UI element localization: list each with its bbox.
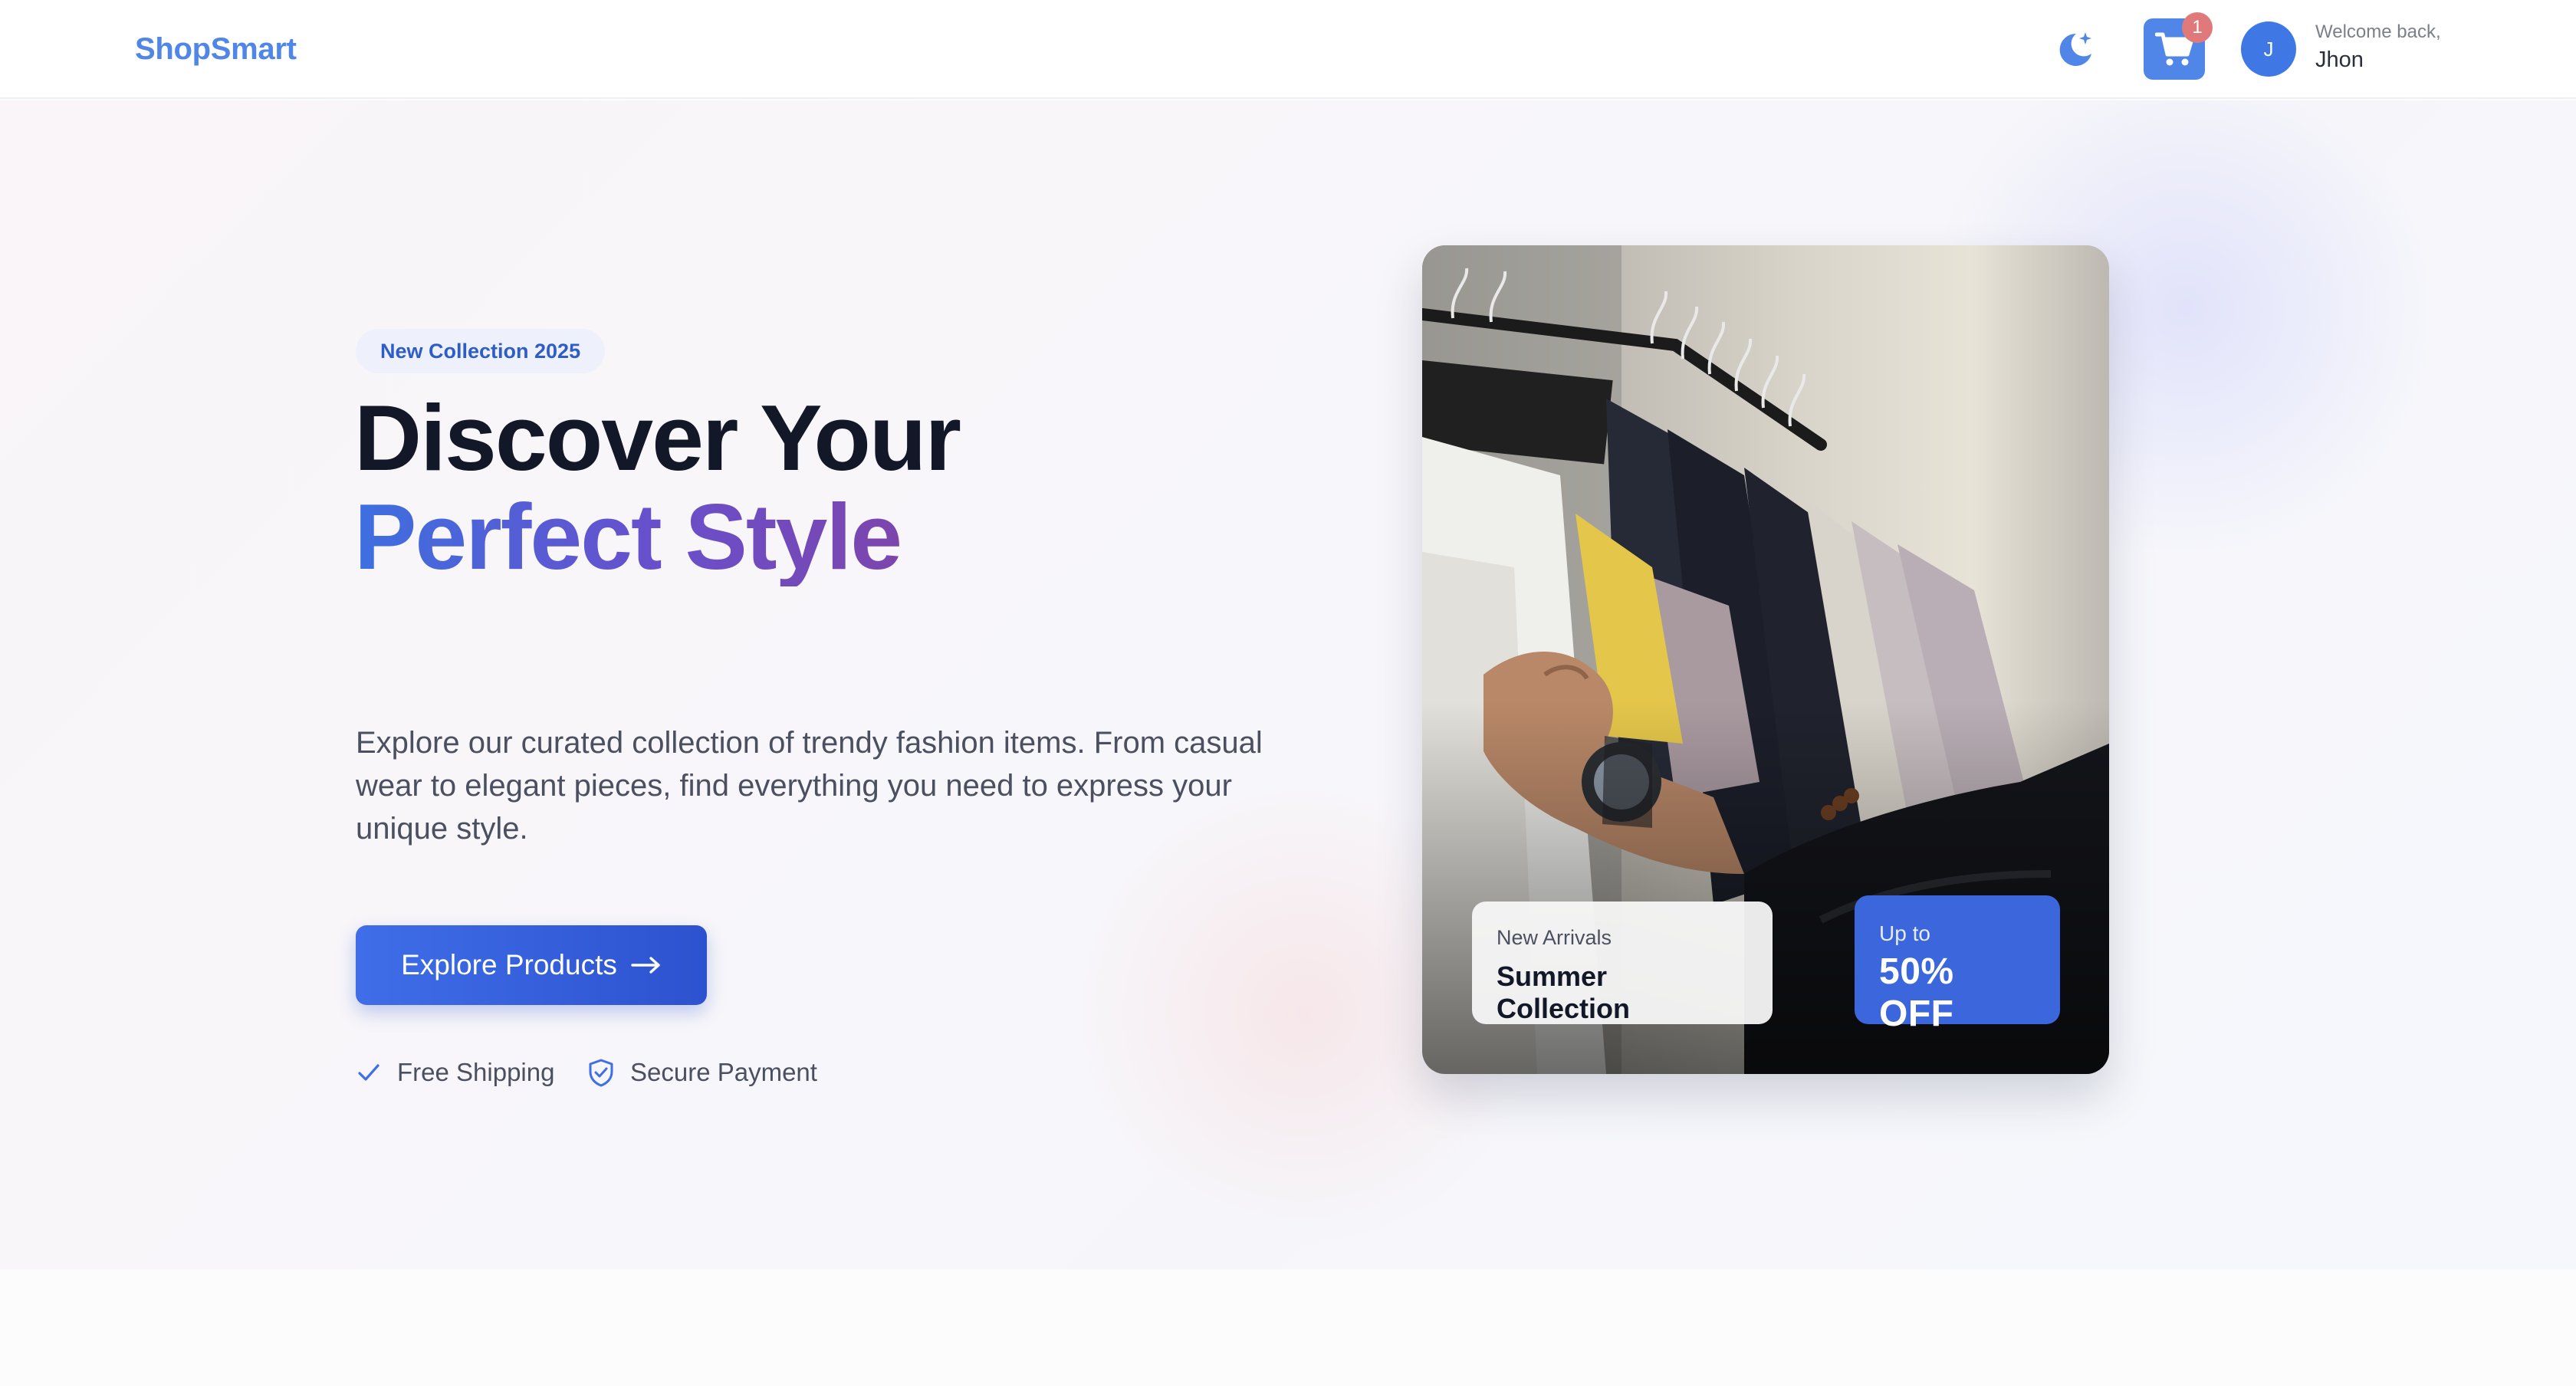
feature-free-shipping: Free Shipping [356, 1055, 554, 1090]
theme-toggle-button[interactable] [2052, 26, 2098, 72]
feature-secure-payment: Secure Payment [587, 1055, 817, 1090]
moon-sparkle-icon [2059, 32, 2091, 66]
user-avatar[interactable]: J [2241, 21, 2296, 77]
check-icon [358, 1064, 380, 1081]
shield-check-icon [589, 1059, 613, 1087]
discount-value: 50% OFF [1879, 951, 1954, 1034]
feature-label: Free Shipping [397, 1058, 555, 1086]
arrow-right-icon [631, 957, 660, 974]
discount-card[interactable]: Up to 50% OFF [1855, 895, 2060, 1034]
new-arrivals-card[interactable]: New Arrivals Summer Collection [1472, 902, 1773, 1024]
explore-products-button[interactable]: Explore Products [356, 925, 707, 1005]
cart-count-badge: 1 [2182, 12, 2213, 43]
hero-section: New Collection 2025 Discover Your Perfec… [0, 100, 2576, 1269]
arrivals-label: New Arrivals [1497, 926, 1612, 949]
hero-headline-accent: Perfect Style [354, 484, 902, 589]
brand-logo[interactable]: ShopSmart [135, 32, 297, 67]
collection-tag: New Collection 2025 [356, 329, 606, 373]
hero-description: Explore our curated collection of trendy… [356, 726, 1263, 846]
next-section [0, 1269, 2576, 1386]
feature-label: Secure Payment [630, 1058, 817, 1086]
welcome-text: Welcome back, [2315, 21, 2441, 42]
arrivals-title: Summer Collection [1497, 961, 1631, 1024]
explore-products-label: Explore Products [401, 949, 617, 980]
discount-label: Up to [1879, 921, 1930, 945]
top-navbar: ShopSmart 1 J Welcome back, Jhon [0, 0, 2576, 99]
cart-button[interactable]: 1 [2144, 12, 2213, 80]
user-name: Jhon [2315, 48, 2364, 72]
promo-image-card[interactable]: New Arrivals Summer Collection Up to 50%… [1422, 245, 2109, 1074]
hero-headline: Discover Your [354, 386, 961, 490]
